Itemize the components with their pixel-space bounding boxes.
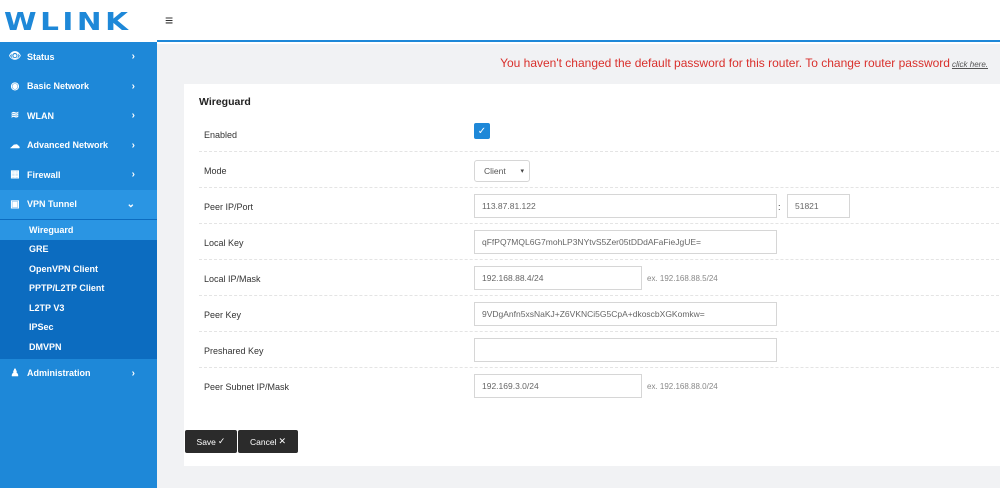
sidebar-subitem-ipsec[interactable]: IPSec <box>0 318 157 338</box>
vpn-icon: ▣ <box>10 198 20 210</box>
cloud-icon: ☁ <box>10 139 20 151</box>
sidebar-subitem-wireguard[interactable]: Wireguard <box>0 220 157 240</box>
wireguard-form-card: Wireguard Enabled ✓ Mode Client ▾ Peer I… <box>184 84 1000 466</box>
sidebar-subitem-gre[interactable]: GRE <box>0 240 157 260</box>
wlink-logo: WLINK <box>4 6 132 36</box>
cancel-label: Cancel <box>249 436 277 447</box>
local-key-row: Local Key qFfPQ7MQL6G7mohLP3NYtvS5Zer05t… <box>199 224 999 260</box>
peer-ip-input[interactable]: 113.87.81.122 <box>474 194 777 218</box>
sidebar-item-label: Basic Network <box>27 81 90 92</box>
sidebar-item-label: WLAN <box>27 110 54 121</box>
warning-text: You haven't changed the default password… <box>500 56 950 70</box>
check-icon: ✓ <box>217 436 226 446</box>
sidebar-item-label: VPN Tunnel <box>27 199 77 210</box>
wifi-icon: ≋ <box>10 110 20 122</box>
change-password-link[interactable]: click here. <box>952 60 988 69</box>
sidebar-item-administration[interactable]: ♟ Administration › <box>0 359 157 389</box>
cancel-button[interactable]: Cancel ✕ <box>238 430 298 453</box>
firewall-icon: ▦ <box>10 169 20 181</box>
checkmark-icon: ✓ <box>477 125 487 137</box>
peer-port-input[interactable]: 51821 <box>787 194 850 218</box>
sidebar-item-status[interactable]: 👁 Status › <box>0 42 157 72</box>
sidebar-item-basic-network[interactable]: ◉ Basic Network › <box>0 72 157 102</box>
chevron-right-icon: › <box>131 110 135 122</box>
preshared-key-label: Preshared Key <box>204 346 264 356</box>
port-separator: : <box>778 202 781 212</box>
enabled-label: Enabled <box>204 130 238 140</box>
user-icon: ♟ <box>10 367 20 379</box>
sidebar-item-advanced-network[interactable]: ☁ Advanced Network › <box>0 131 157 161</box>
chevron-down-icon: ⌄ <box>126 198 135 210</box>
preshared-key-input[interactable] <box>474 338 777 362</box>
eye-icon: 👁 <box>8 51 22 63</box>
chevron-right-icon: › <box>131 80 135 92</box>
local-key-input[interactable]: qFfPQ7MQL6G7mohLP3NYtvS5Zer05tDDdAFaFieJ… <box>474 230 777 254</box>
local-key-label: Local Key <box>204 238 244 248</box>
sidebar-subitem-dmvpn[interactable]: DMVPN <box>0 337 157 357</box>
sidebar-item-firewall[interactable]: ▦ Firewall › <box>0 160 157 190</box>
mode-row: Mode Client ▾ <box>199 152 999 188</box>
preshared-key-row: Preshared Key <box>199 332 999 368</box>
chevron-down-icon: ▾ <box>520 168 524 175</box>
top-bar: ≡ <box>157 0 1000 42</box>
peer-subnet-hint: ex. 192.168.88.0/24 <box>647 382 718 391</box>
form-title: Wireguard <box>199 96 251 108</box>
peer-key-input[interactable]: 9VDgAnfn5xsNaKJ+Z6VKNCi5G5CpA+dkoscbXGKo… <box>474 302 777 326</box>
close-icon: ✕ <box>278 436 286 446</box>
peer-ip-row: Peer IP/Port 113.87.81.122 : 51821 <box>199 188 999 224</box>
sidebar-item-label: Advanced Network <box>27 140 109 151</box>
sidebar-item-wlan[interactable]: ≋ WLAN › <box>0 101 157 131</box>
peer-subnet-label: Peer Subnet IP/Mask <box>204 382 290 392</box>
chevron-right-icon: › <box>131 139 135 151</box>
sidebar-item-vpn-tunnel[interactable]: ▣ VPN Tunnel ⌄ <box>0 189 157 219</box>
mode-value: Client <box>484 166 506 176</box>
logo-area: WLINK <box>0 0 157 42</box>
local-ip-label: Local IP/Mask <box>204 274 261 284</box>
vpn-submenu: Wireguard GRE OpenVPN Client PPTP/L2TP C… <box>0 219 157 359</box>
mode-label: Mode <box>204 166 227 176</box>
sidebar-item-label: Status <box>27 51 55 62</box>
chevron-right-icon: › <box>131 169 135 181</box>
local-ip-hint: ex. 192.168.88.5/24 <box>647 274 718 283</box>
hamburger-menu-icon[interactable]: ≡ <box>165 12 173 28</box>
default-password-warning: You haven't changed the default password… <box>500 56 988 70</box>
sidebar-item-label: Firewall <box>27 169 61 180</box>
peer-ip-label: Peer IP/Port <box>204 202 254 212</box>
enabled-checkbox[interactable]: ✓ <box>474 123 490 139</box>
peer-subnet-input[interactable]: 192.169.3.0/24 <box>474 374 642 398</box>
sidebar-subitem-pptp-l2tp-client[interactable]: PPTP/L2TP Client <box>0 279 157 299</box>
chevron-right-icon: › <box>131 51 135 63</box>
save-label: Save <box>196 436 216 447</box>
local-ip-row: Local IP/Mask 192.168.88.4/24 ex. 192.16… <box>199 260 999 296</box>
sidebar: 👁 Status › ◉ Basic Network › ≋ WLAN › ☁ … <box>0 42 157 488</box>
enabled-row: Enabled ✓ <box>199 116 999 152</box>
chevron-right-icon: › <box>131 367 135 379</box>
sidebar-item-label: Administration <box>27 368 91 379</box>
peer-subnet-row: Peer Subnet IP/Mask 192.169.3.0/24 ex. 1… <box>199 368 999 404</box>
sidebar-subitem-openvpn-client[interactable]: OpenVPN Client <box>0 259 157 279</box>
local-ip-input[interactable]: 192.168.88.4/24 <box>474 266 642 290</box>
peer-key-row: Peer Key 9VDgAnfn5xsNaKJ+Z6VKNCi5G5CpA+d… <box>199 296 999 332</box>
save-button[interactable]: Save ✓ <box>185 430 237 453</box>
globe-icon: ◉ <box>10 80 20 92</box>
peer-key-label: Peer Key <box>204 310 242 320</box>
mode-select[interactable]: Client ▾ <box>474 160 530 182</box>
main-content: You haven't changed the default password… <box>157 44 1000 488</box>
sidebar-subitem-l2tp-v3[interactable]: L2TP V3 <box>0 298 157 318</box>
